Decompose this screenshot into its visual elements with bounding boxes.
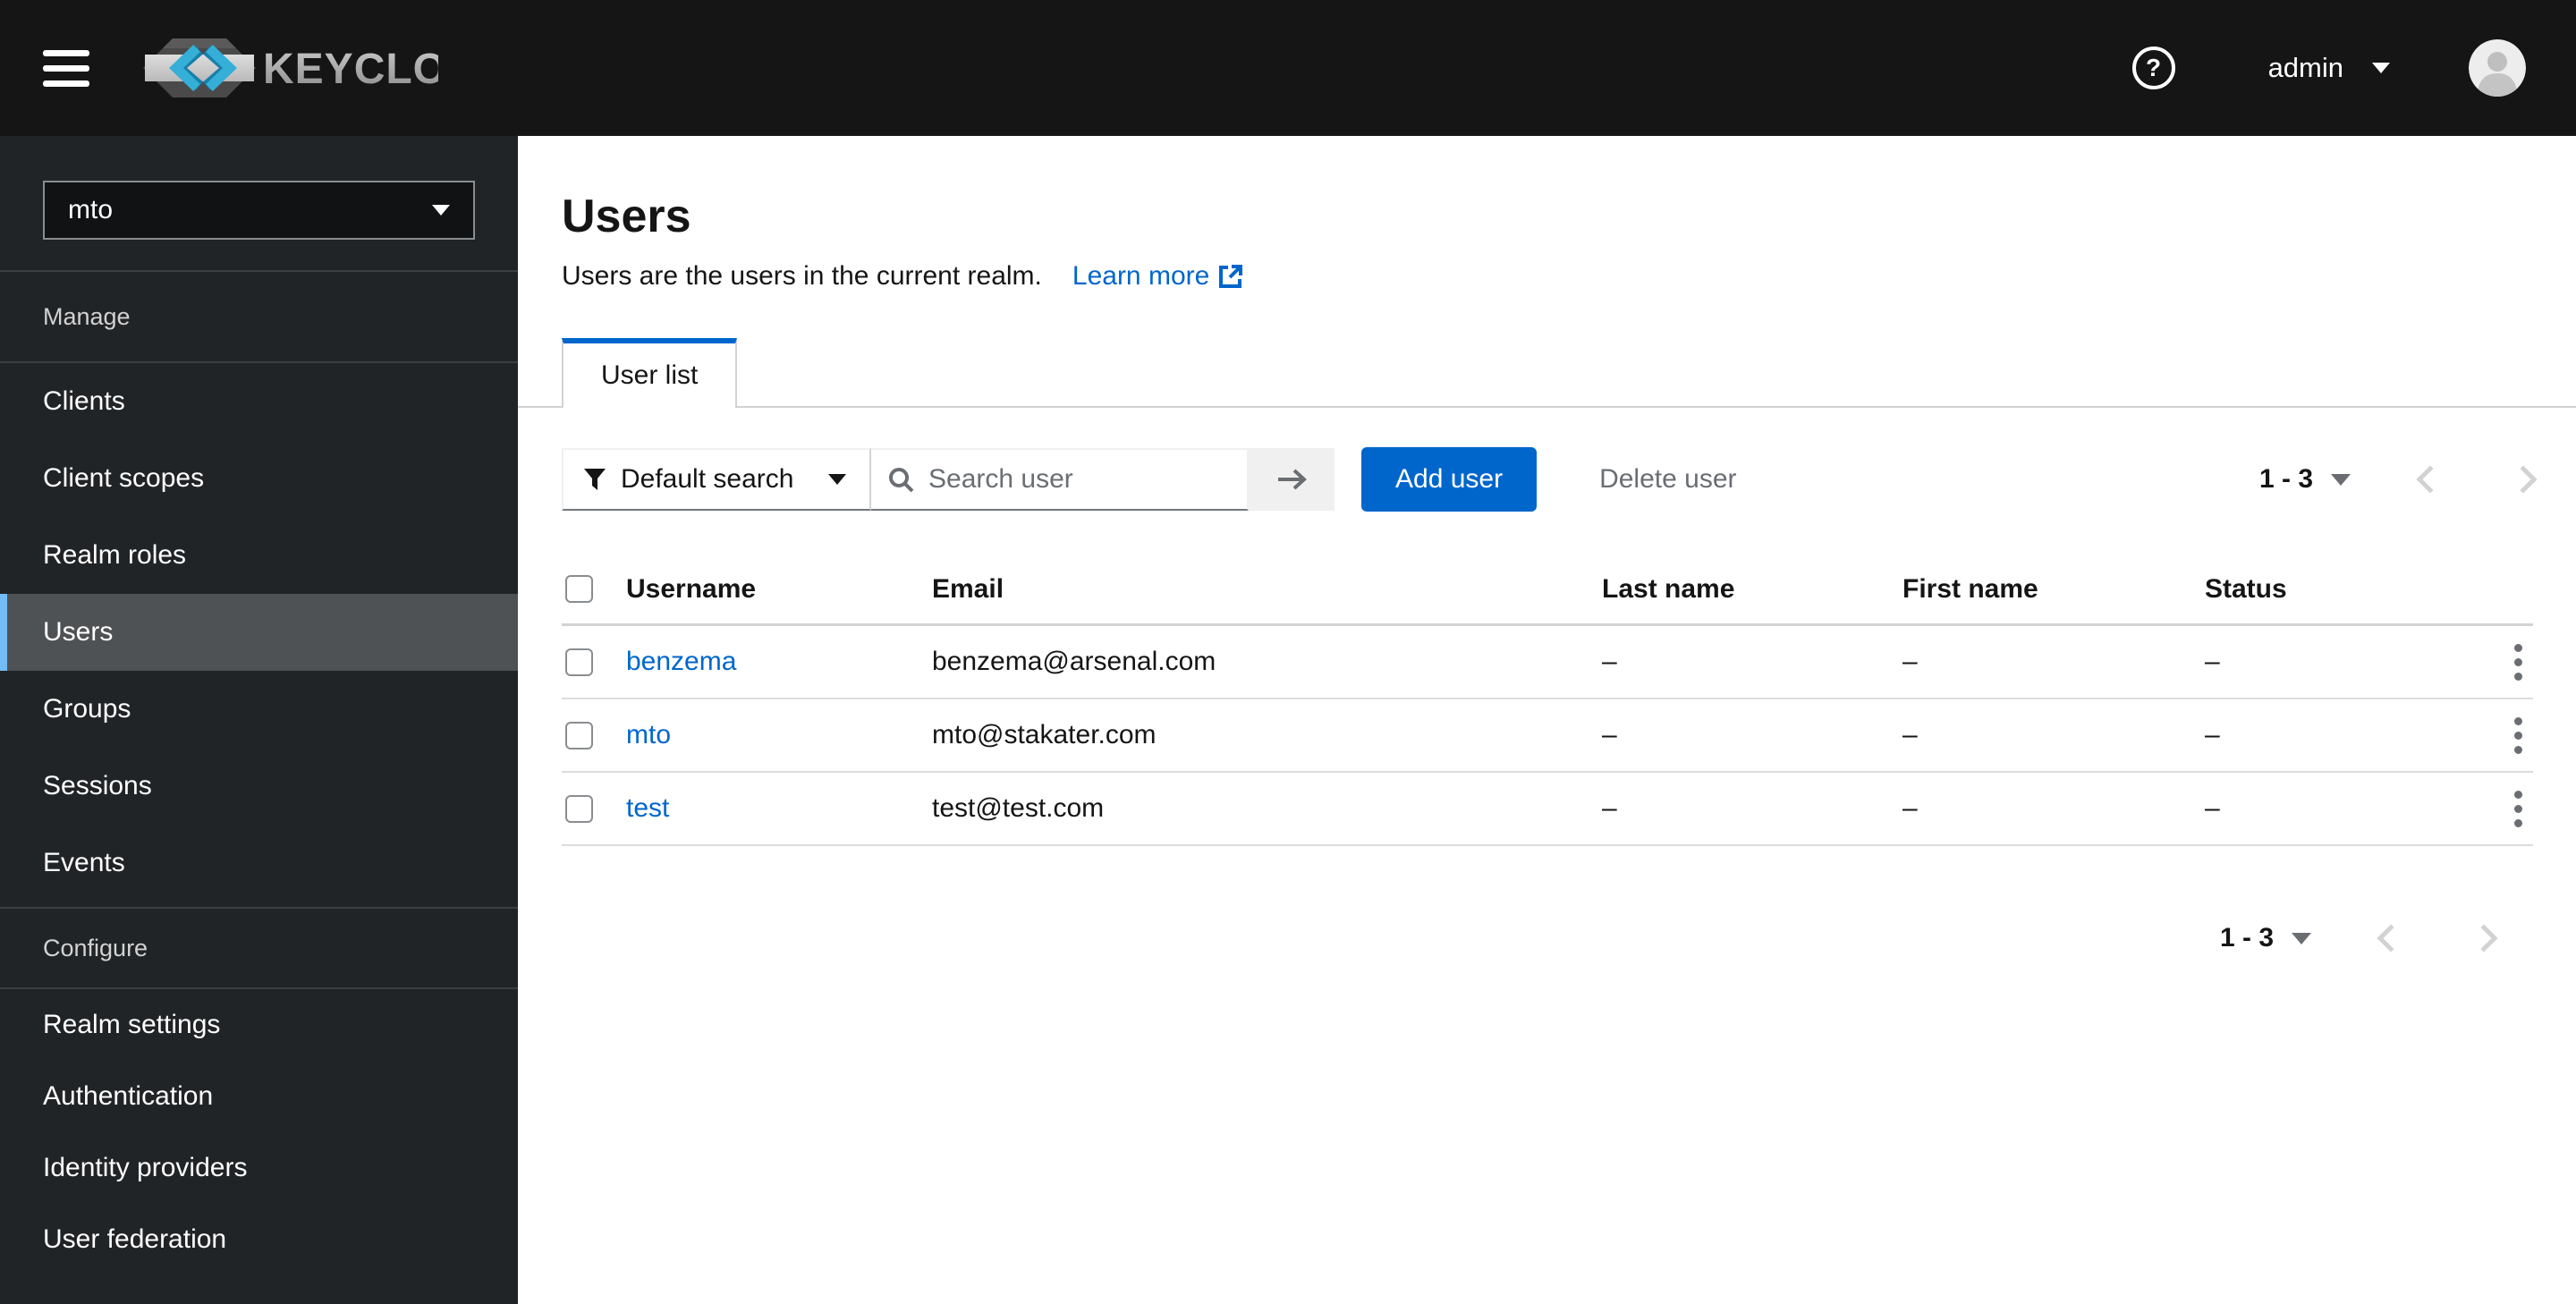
kebab-menu-icon[interactable] xyxy=(2500,708,2536,762)
toolbar: Default search Add user Delete user 1 - … xyxy=(562,447,2538,512)
sidebar-item-user-federation[interactable]: User federation xyxy=(0,1204,518,1275)
page-subtitle: Users are the users in the current realm… xyxy=(562,261,1042,291)
last-name-cell: – xyxy=(1602,647,1617,676)
chevron-left-icon[interactable] xyxy=(2377,924,2405,953)
sidebar-item-identity-providers[interactable]: Identity providers xyxy=(0,1132,518,1204)
chevron-left-icon[interactable] xyxy=(2416,465,2445,494)
keycloak-logo: KEYCLOAK xyxy=(143,38,438,98)
search-type-dropdown[interactable]: Default search xyxy=(562,448,871,511)
table-row: mto mto@stakater.com – – – xyxy=(562,699,2533,773)
pagination-range: 1 - 3 xyxy=(2258,464,2313,494)
sidebar-item-realm-settings[interactable]: Realm settings xyxy=(0,989,518,1061)
first-name-cell: – xyxy=(1902,720,1918,749)
column-header-username: Username xyxy=(626,573,757,604)
sidebar-item-sessions[interactable]: Sessions xyxy=(0,748,518,825)
hamburger-menu-icon[interactable] xyxy=(43,49,89,87)
learn-more-link[interactable]: Learn more xyxy=(1072,261,1243,292)
column-header-status: Status xyxy=(2205,573,2287,604)
filter-icon xyxy=(584,469,606,490)
username-link[interactable]: mto xyxy=(626,720,932,750)
brand-text: KEYCLOAK xyxy=(263,46,438,93)
sidebar-item-realm-roles[interactable]: Realm roles xyxy=(0,517,518,594)
user-menu[interactable]: admin xyxy=(2268,52,2390,84)
status-cell: – xyxy=(2205,647,2220,676)
nav-section-configure: Configure xyxy=(0,909,518,989)
row-checkbox[interactable] xyxy=(565,721,593,749)
chevron-down-icon xyxy=(2372,63,2390,73)
username-link[interactable]: benzema xyxy=(626,647,932,677)
arrow-right-icon xyxy=(1278,469,1307,490)
table-row: benzema benzema@arsenal.com – – – xyxy=(562,626,2533,699)
sidebar-item-users[interactable]: Users xyxy=(0,594,518,671)
user-menu-label: admin xyxy=(2267,52,2343,83)
delete-user-button[interactable]: Delete user xyxy=(1594,463,1741,495)
row-checkbox[interactable] xyxy=(565,648,593,676)
sidebar-item-authentication[interactable]: Authentication xyxy=(0,1061,518,1132)
masthead: KEYCLOAK ? admin xyxy=(0,0,2576,136)
first-name-cell: – xyxy=(1902,793,1918,823)
pagination-bottom: 1 - 3 xyxy=(2219,923,2498,953)
column-header-email: Email xyxy=(932,573,1004,604)
chevron-down-icon xyxy=(828,474,846,485)
select-all-checkbox[interactable] xyxy=(565,575,593,603)
kebab-menu-icon[interactable] xyxy=(2500,782,2536,835)
email-cell: test@test.com xyxy=(932,793,1105,823)
row-checkbox[interactable] xyxy=(565,794,593,823)
realm-selector[interactable]: mto xyxy=(43,181,475,240)
status-cell: – xyxy=(2205,720,2220,749)
chevron-down-icon xyxy=(432,205,450,216)
table-header-row: Username Email Last name First name Stat… xyxy=(562,555,2533,626)
sidebar-item-clients[interactable]: Clients xyxy=(0,363,518,440)
pagination-range: 1 - 3 xyxy=(2219,923,2274,953)
search-icon xyxy=(889,468,914,493)
main-content: Users Users are the users in the current… xyxy=(518,136,2576,1304)
realm-selector-value: mto xyxy=(68,195,114,224)
keycloak-logo-icon: KEYCLOAK xyxy=(143,38,438,97)
search-type-label: Default search xyxy=(621,464,794,494)
chevron-right-icon[interactable] xyxy=(2509,465,2538,494)
chevron-down-icon[interactable] xyxy=(2331,473,2351,486)
tab-user-list[interactable]: User list xyxy=(562,338,738,408)
search-box xyxy=(871,448,1249,511)
search-input[interactable] xyxy=(927,463,1231,495)
last-name-cell: – xyxy=(1602,720,1617,749)
add-user-button[interactable]: Add user xyxy=(1361,447,1538,512)
tab-strip: User list xyxy=(518,338,2576,408)
avatar[interactable] xyxy=(2469,39,2526,97)
sidebar-item-client-scopes[interactable]: Client scopes xyxy=(0,440,518,517)
username-link[interactable]: test xyxy=(626,793,932,824)
chevron-down-icon[interactable] xyxy=(2292,932,2311,944)
nav-section-manage: Manage xyxy=(0,272,518,363)
column-header-first-name: First name xyxy=(1902,573,2038,604)
search-submit-button[interactable] xyxy=(1249,448,1335,511)
column-header-last-name: Last name xyxy=(1602,573,1735,604)
table-row: test test@test.com – – – xyxy=(562,773,2533,846)
chevron-right-icon[interactable] xyxy=(2470,924,2498,953)
email-cell: mto@stakater.com xyxy=(932,720,1157,749)
status-cell: – xyxy=(2205,793,2220,823)
help-icon[interactable]: ? xyxy=(2131,47,2175,89)
sidebar-item-events[interactable]: Events xyxy=(0,825,518,902)
email-cell: benzema@arsenal.com xyxy=(932,647,1216,676)
page-title: Users xyxy=(562,191,691,242)
sidebar-item-groups[interactable]: Groups xyxy=(0,671,518,748)
users-table: Username Email Last name First name Stat… xyxy=(562,555,2533,846)
first-name-cell: – xyxy=(1902,647,1918,676)
kebab-menu-icon[interactable] xyxy=(2500,635,2536,689)
external-link-icon xyxy=(1219,265,1243,288)
last-name-cell: – xyxy=(1602,793,1617,823)
sidebar: mto Manage Clients Client scopes Realm r… xyxy=(0,136,518,1304)
pagination-top: 1 - 3 xyxy=(2258,464,2538,495)
